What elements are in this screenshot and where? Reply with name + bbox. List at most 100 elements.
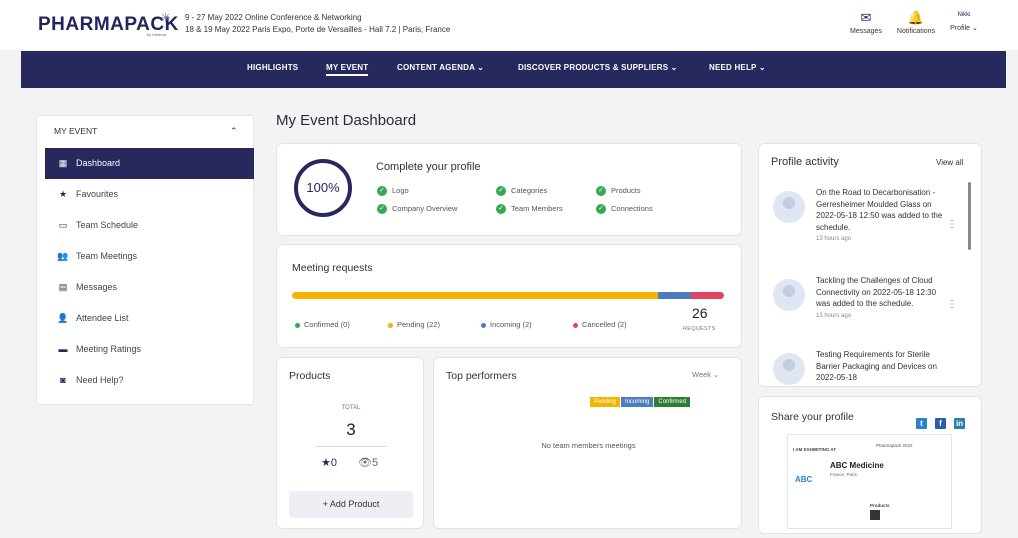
checklist-item-company-overview: ✓ Company Overview [377,204,457,215]
badge-incoming: Incoming [621,397,654,407]
nav-my-event[interactable]: MY EVENT [326,63,369,76]
bar-segment-incoming [657,292,691,299]
bell-icon: 🔔 [907,10,925,25]
activity-item[interactable]: Tackling the Challenges of Cloud Connect… [773,275,963,345]
messages-label: Messages [850,28,882,35]
check-icon: ✓ [377,186,387,197]
sidebar-item-favourites[interactable]: ★ Favourites [45,179,254,210]
sidebar-item-meeting-ratings[interactable]: ▬ Meeting Ratings [45,334,254,365]
sidebar-item-need-help[interactable]: ◙ Need Help? [45,365,254,396]
twitter-icon[interactable]: t [916,418,927,429]
products-total-label: TOTAL [341,405,361,411]
check-icon: ✓ [496,186,506,197]
sidebar-item-label: Meeting Ratings [76,344,142,354]
sidebar-item-label: Team Schedule [76,220,139,230]
my-event-sidebar: MY EVENT ⌃ ▦ Dashboard ★ Favourites ▭ Te… [36,115,254,405]
facebook-icon[interactable]: f [935,418,946,429]
team-icon: 👥 [57,251,69,261]
meeting-requests-card: Meeting requests Confirmed (0) Pending (… [276,244,742,348]
activity-text: Tackling the Challenges of Cloud Connect… [816,276,937,308]
meeting-requests-title: Meeting requests [292,262,373,274]
legend-confirmed[interactable]: Confirmed (0) [295,320,350,329]
check-icon: ✓ [596,204,606,215]
users-icon: 👤 [57,313,69,323]
checklist-item-team-members: ✓ Team Members [496,204,563,215]
profile-menu-button[interactable]: Nikki Profile ⌄ [946,12,982,32]
top-performers-title: Top performers [446,370,517,382]
event-info: 9 - 27 May 2022 Online Conference & Netw… [185,12,450,36]
period-select[interactable]: Week ⌄ [692,370,719,379]
profile-label: Profile ⌄ [950,25,978,32]
add-product-button[interactable]: + Add Product [289,491,413,518]
status-dot [388,322,393,328]
activity-item[interactable]: Testing Requirements for Sterile Barrier… [773,349,963,386]
check-icon: ✓ [496,204,506,215]
linkedin-icon[interactable]: in [954,418,965,429]
activity-text: Testing Requirements for Sterile Barrier… [816,350,937,382]
complete-profile-card: 100% Complete your profile ✓ Logo ✓ Catego… [276,143,742,236]
requests-total: 26 [692,305,708,321]
main-nav: HIGHLIGHTS MY EVENT CONTENT AGENDA ⌄ DIS… [21,51,1006,88]
help-icon: ◙ [60,375,66,385]
sidebar-item-label: Favourites [76,189,119,199]
avatar [773,191,805,223]
nav-content-agenda[interactable]: CONTENT AGENDA ⌄ [397,63,484,72]
status-dot [481,322,486,328]
profile-completion-ring: 100% [294,159,352,217]
messages-button[interactable]: ✉ Messages [846,10,886,35]
bar-segment-pending [292,292,658,299]
sidebar-item-dashboard[interactable]: ▦ Dashboard [45,148,254,179]
sidebar-item-messages[interactable]: ▤ Messages [45,272,254,303]
top-header: PHARMAPACK ✳ by Informa 9 - 27 May 2022 … [0,0,1018,50]
badge-pending: Pending [590,397,621,407]
legend-pending[interactable]: Pending (22) [388,320,440,329]
notifications-label: Notifications [896,28,936,35]
more-options-icon[interactable]: ⋮ [947,299,957,310]
notifications-button[interactable]: 🔔 Notifications [892,10,940,35]
status-dot [573,322,578,328]
bar-segment-cancelled [690,292,724,299]
sidebar-item-attendee-list[interactable]: 👤 Attendee List [45,303,254,334]
checklist-item-categories: ✓ Categories [496,186,547,197]
more-options-icon[interactable]: ⋮ [947,219,957,230]
sidebar-item-label: Need Help? [76,375,124,385]
star-icon: ★ [58,189,68,199]
meeting-requests-bar [292,292,724,299]
divider [315,446,387,447]
status-badges: Pending Incoming Confirmed [589,390,691,408]
collapse-caret-icon[interactable]: ⌃ [230,126,238,137]
products-card: Products TOTAL 3 ★0 👁5 + Add Product [276,357,424,529]
nav-need-help[interactable]: NEED HELP ⌄ [709,63,766,72]
avatar [773,353,805,385]
badge-confirmed: Confirmed [654,397,691,407]
preview-location: France, Paris [830,472,857,477]
requests-total-label: REQUESTS [683,326,716,332]
profile-activity-card: Profile activity View all On the Road to… [758,143,982,387]
legend-incoming[interactable]: Incoming (2) [481,320,532,329]
sidebar-item-label: Team Meetings [76,251,138,261]
complete-profile-title: Complete your profile [376,161,481,173]
preview-event: Pharmapack 2022 [876,443,913,448]
event-line-venue: 18 & 19 May 2022 Paris Expo, Porte de Ve… [185,25,451,34]
products-total: 3 [346,420,356,439]
legend-cancelled[interactable]: Cancelled (2) [573,320,627,329]
share-preview-image[interactable]: I AM EXHIBITING AT Pharmapack 2022 ABC A… [787,434,952,529]
share-profile-title: Share your profile [771,411,854,423]
check-icon: ✓ [377,204,387,215]
empty-state-text: No team members meetings [541,441,636,450]
activity-scrollbar[interactable] [968,182,971,250]
activity-time: 13 hours ago [816,312,852,319]
activity-item[interactable]: On the Road to Decarbonisation - Gerresh… [773,187,963,257]
view-all-link[interactable]: View all [936,158,963,167]
nav-highlights[interactable]: HIGHLIGHTS [247,63,298,72]
preview-tag: I AM EXHIBITING AT [793,447,837,452]
nav-discover-products[interactable]: DISCOVER PRODUCTS & SUPPLIERS ⌄ [518,63,678,72]
activity-text: On the Road to Decarbonisation - Gerresh… [816,188,943,232]
preview-logo: ABC [795,475,813,484]
calendar-icon: ▭ [58,220,68,230]
avatar [773,279,805,311]
logo-subtitle: by Informa [147,32,166,37]
sidebar-item-team-schedule[interactable]: ▭ Team Schedule [45,210,254,241]
envelope-icon: ✉ [860,10,872,25]
sidebar-item-team-meetings[interactable]: 👥 Team Meetings [45,241,254,272]
